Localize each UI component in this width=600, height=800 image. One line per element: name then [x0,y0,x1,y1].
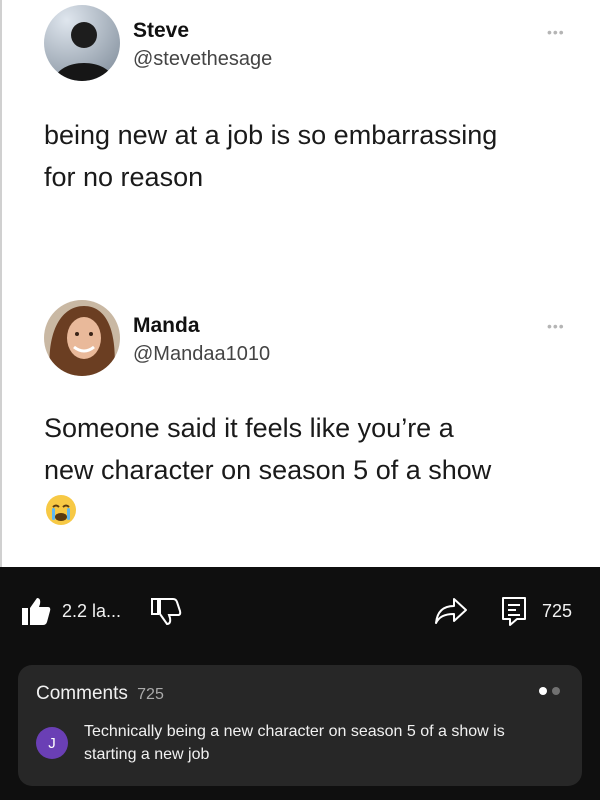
more-options-icon[interactable]: ••• [547,24,565,40]
like-count: 2.2 la... [62,600,122,621]
share-icon [435,598,467,624]
comment-icon [502,597,526,626]
avatar [44,5,120,81]
user-name: Manda [133,314,200,337]
more-options-icon[interactable]: ••• [547,318,565,334]
tweet-steve: Steve @stevethesage ••• being new at a j… [2,0,600,260]
comments-header-count: 725 [137,686,164,703]
thumbs-down-icon [151,598,182,626]
commenter-avatar: J [36,727,68,759]
dislike-button[interactable] [150,595,182,627]
crying-face-icon [45,494,77,526]
tweet-text-line-2: for no reason [44,162,204,192]
carousel-dot-inactive [552,687,560,695]
profile-photo-icon [44,5,120,81]
tweet-text-line-1: Someone said it feels like you’re a [44,413,454,443]
tweet-text-line-1: being new at a job is so embarrassing [44,120,498,150]
top-comment-text: Technically being a new character on sea… [84,723,505,763]
user-handle: @stevethesage [133,48,273,70]
tweet-text-line-2: new character on season 5 of a show [44,455,492,485]
comments-title: Comments [36,683,128,704]
avatar [44,300,120,376]
profile-photo-icon [44,300,120,376]
carousel-dots [539,687,560,695]
share-button[interactable] [434,595,468,627]
thumbs-up-icon [22,598,51,625]
comments-count: 725 [542,600,573,621]
like-button[interactable]: 2.2 la... [20,595,121,627]
user-handle: @Mandaa1010 [133,343,271,365]
tweet-manda: Manda @Mandaa1010 ••• Someone said it fe… [2,290,600,560]
action-bar: 2.2 la... 725 [0,567,600,662]
carousel-dot-active [539,687,547,695]
post-image: Steve @stevethesage ••• being new at a j… [0,0,600,567]
comments-button[interactable]: 725 [500,595,572,627]
user-name: Steve [133,19,190,42]
comments-preview[interactable]: Comments 725 J Technically being a new c… [18,665,582,786]
comments-header: Comments 725 [36,683,164,705]
